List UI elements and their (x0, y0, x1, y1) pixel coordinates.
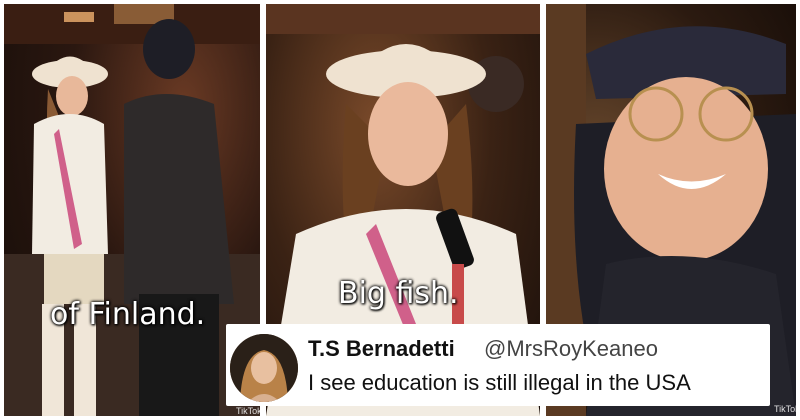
street-scene-illustration (4, 4, 260, 416)
avatar-portrait-icon (230, 334, 298, 402)
tiktok-watermark: TikTok (774, 404, 796, 414)
user-avatar (230, 334, 298, 402)
tweet-display-name: T.S Bernadetti (308, 336, 455, 361)
subtitle-caption: Big fish. (338, 276, 459, 311)
tweet-text: I see education is still illegal in the … (308, 370, 691, 395)
tweet-card: T.S Bernadetti @MrsRoyKeaneo I see educa… (226, 324, 770, 406)
tweet-handle: @MrsRoyKeaneo (484, 336, 658, 361)
video-frame-1: of Finland. TikTok (4, 4, 260, 416)
meme-image: of Finland. TikTok Big fish. TikTo T.S B… (0, 0, 800, 420)
tiktok-watermark: TikTok (236, 406, 260, 416)
subtitle-caption: of Finland. (50, 297, 206, 332)
